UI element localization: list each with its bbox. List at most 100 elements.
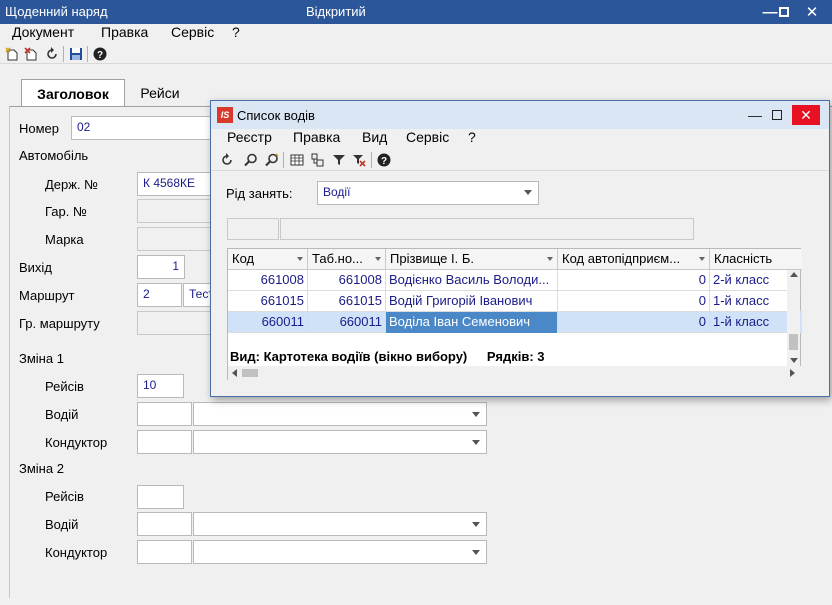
- route-label: Маршрут: [19, 288, 75, 303]
- maximize-button[interactable]: [771, 0, 797, 24]
- chevron-down-icon: [472, 522, 480, 527]
- group-name-field: [280, 218, 694, 240]
- tree-view-icon[interactable]: [310, 152, 326, 168]
- scroll-down-icon[interactable]: [790, 358, 798, 363]
- route-name-field[interactable]: Тест: [183, 283, 212, 307]
- shift1-driver-select[interactable]: [193, 402, 487, 426]
- cell-company-code: 0: [558, 291, 710, 312]
- shift2-label: Зміна 2: [19, 461, 64, 476]
- help-icon[interactable]: ?: [376, 152, 392, 168]
- main-toolbar: ?: [0, 44, 832, 64]
- table-row[interactable]: 661015 661015 Водій Григорій Іванович 0 …: [228, 291, 802, 312]
- number-field[interactable]: 02: [71, 116, 211, 140]
- garage-number-field: [137, 199, 212, 223]
- scroll-thumb[interactable]: [789, 334, 798, 350]
- menu-service[interactable]: Сервіс: [171, 24, 214, 40]
- column-header-name[interactable]: Прізвище І. Б.: [386, 249, 558, 270]
- scroll-thumb[interactable]: [242, 369, 258, 377]
- main-titlebar: Щоденний наряд Відкритий — ✕: [0, 0, 832, 24]
- chevron-down-icon: [524, 190, 532, 195]
- menu-help[interactable]: ?: [468, 129, 476, 145]
- brand-field: [137, 227, 212, 251]
- menu-registry[interactable]: Реєстр: [227, 129, 272, 145]
- route-code-field[interactable]: 2: [137, 283, 182, 307]
- grid-status-bar: Вид: Картотека водіїв (вікно вибору) Ряд…: [230, 349, 790, 364]
- clear-filter-icon[interactable]: [351, 152, 367, 168]
- tab-trips[interactable]: Рейси: [130, 81, 190, 105]
- shift2-conductor-select[interactable]: [193, 540, 487, 564]
- delete-document-icon[interactable]: [23, 46, 39, 62]
- help-icon[interactable]: ?: [92, 46, 108, 62]
- save-icon[interactable]: [68, 46, 84, 62]
- cell-company-code: 0: [558, 312, 710, 333]
- column-header-company-code[interactable]: Код автопідприєм...: [558, 249, 710, 270]
- tab-header[interactable]: Заголовок: [21, 79, 125, 107]
- scroll-left-icon[interactable]: [232, 369, 237, 377]
- sort-icon: [699, 257, 705, 261]
- occupation-select[interactable]: Водії: [317, 181, 539, 205]
- horizontal-scrollbar[interactable]: [228, 366, 802, 380]
- chevron-down-icon: [472, 440, 480, 445]
- grid-header: Код Таб.но... Прізвище І. Б. Код автопід…: [228, 249, 802, 270]
- route-group-label: Гр. маршруту: [19, 316, 100, 331]
- shift2-conductor-code-field[interactable]: [137, 540, 192, 564]
- column-header-class[interactable]: Класність: [710, 249, 802, 270]
- cell-name: Воділа Іван Семенович: [386, 312, 558, 333]
- shift1-driver-label: Водій: [45, 407, 79, 422]
- sort-icon: [297, 257, 303, 261]
- table-row[interactable]: 661008 661008 Водієнко Василь Володи... …: [228, 270, 802, 291]
- menu-edit[interactable]: Правка: [293, 129, 340, 145]
- filter-icon[interactable]: [331, 152, 347, 168]
- menu-help[interactable]: ?: [232, 24, 240, 40]
- cell-code: 661015: [228, 291, 308, 312]
- close-button[interactable]: ✕: [799, 0, 825, 24]
- plate-field[interactable]: К 4568КЕ: [137, 172, 212, 196]
- shift2-conductor-label: Кондуктор: [45, 545, 108, 560]
- shift1-trips-field[interactable]: 10: [137, 374, 184, 398]
- shift1-trips-label: Рейсів: [45, 379, 84, 394]
- dialog-close-button[interactable]: ✕: [792, 105, 820, 125]
- menu-service[interactable]: Сервіс: [406, 129, 449, 145]
- menu-document[interactable]: Документ: [12, 24, 74, 40]
- shift1-conductor-select[interactable]: [193, 430, 487, 454]
- column-header-label: Код автопідприєм...: [562, 251, 681, 266]
- dialog-titlebar: IS Список водів — ✕: [211, 101, 829, 129]
- menu-view[interactable]: Вид: [362, 129, 387, 145]
- table-row-selected[interactable]: 660011 660011 Воділа Іван Семенович 0 1-…: [228, 312, 802, 333]
- menu-edit[interactable]: Правка: [101, 24, 148, 40]
- new-document-icon[interactable]: [4, 46, 20, 62]
- number-label: Номер: [19, 121, 60, 136]
- shift1-label: Зміна 1: [19, 351, 64, 366]
- table-icon[interactable]: [289, 152, 305, 168]
- cell-code: 661008: [228, 270, 308, 291]
- column-header-label: Таб.но...: [312, 251, 363, 266]
- sort-icon: [375, 257, 381, 261]
- garage-number-label: Гар. №: [45, 204, 87, 219]
- search-icon[interactable]: [243, 152, 259, 168]
- shift2-driver-select[interactable]: [193, 512, 487, 536]
- find-next-icon[interactable]: [264, 152, 280, 168]
- shift2-trips-label: Рейсів: [45, 489, 84, 504]
- exit-field[interactable]: 1: [137, 255, 185, 279]
- document-status: Відкритий: [306, 4, 366, 19]
- window-title: Щоденний наряд: [5, 4, 108, 19]
- scroll-right-icon[interactable]: [790, 369, 795, 377]
- dialog-maximize-button[interactable]: [763, 105, 791, 125]
- cell-name: Водієнко Василь Володи...: [386, 270, 558, 291]
- cell-company-code: 0: [558, 270, 710, 291]
- shift1-driver-code-field[interactable]: [137, 402, 192, 426]
- column-header-tab-number[interactable]: Таб.но...: [308, 249, 386, 270]
- refresh-icon[interactable]: [44, 46, 60, 62]
- shift2-trips-field[interactable]: [137, 485, 184, 509]
- plate-label: Держ. №: [45, 177, 99, 192]
- shift2-driver-code-field[interactable]: [137, 512, 192, 536]
- scroll-up-icon[interactable]: [790, 272, 798, 277]
- sort-icon: [547, 257, 553, 261]
- shift1-conductor-code-field[interactable]: [137, 430, 192, 454]
- dialog-toolbar: ?: [211, 149, 829, 171]
- column-header-code[interactable]: Код: [228, 249, 308, 270]
- dialog-title: Список водів: [237, 108, 315, 123]
- app-logo-icon: IS: [217, 107, 233, 123]
- maximize-icon: [772, 110, 782, 120]
- refresh-icon[interactable]: [219, 152, 235, 168]
